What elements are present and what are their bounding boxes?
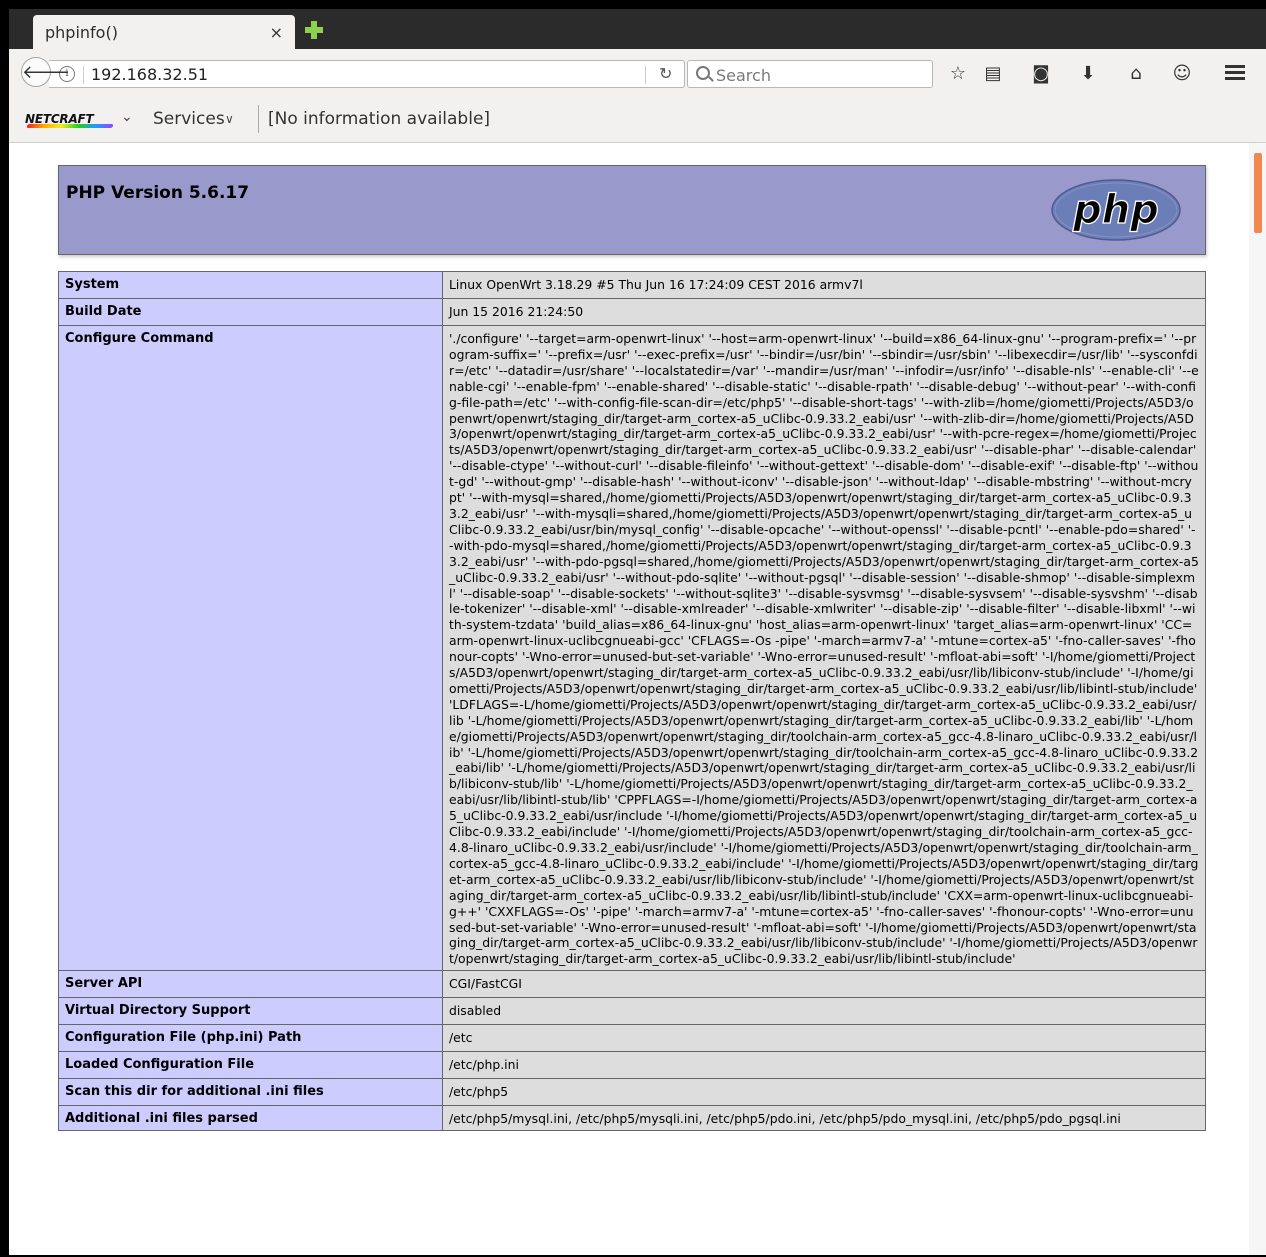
row-value: /etc/php5/mysql.ini, /etc/php5/mysqli.in… <box>442 1105 1206 1132</box>
table-row: Server API CGI/FastCGI <box>58 970 1206 999</box>
browser-window: phpinfo() × i 192.168.32.51 ↻ 🡐 ☆ ▤ ◙ ⬇ … <box>9 9 1266 1255</box>
tab-title: phpinfo() <box>45 23 118 42</box>
vertical-scrollbar[interactable] <box>1249 143 1266 1255</box>
services-menu[interactable]: Services <box>153 109 225 129</box>
row-label: Build Date <box>58 298 443 326</box>
row-label: System <box>58 271 443 299</box>
clipboard-icon[interactable]: ▤ <box>980 61 1006 87</box>
netcraft-swoosh <box>26 124 114 128</box>
scrollbar-thumb[interactable] <box>1254 153 1262 233</box>
search-bar[interactable] <box>687 60 933 88</box>
search-icon <box>696 66 710 80</box>
row-label: Configure Command <box>58 324 443 972</box>
netcraft-info-text: [No information available] <box>268 109 491 129</box>
page-title: PHP Version 5.6.17 <box>66 183 250 203</box>
table-row: Loaded Configuration File /etc/php.ini <box>58 1051 1206 1080</box>
row-label: Loaded Configuration File <box>58 1051 443 1080</box>
page-content: PHP Version 5.6.17 php System Linux Open… <box>9 143 1249 1255</box>
table-row: System Linux OpenWrt 3.18.29 #5 Thu Jun … <box>58 271 1206 299</box>
reload-divider <box>645 66 646 84</box>
php-header: PHP Version 5.6.17 php <box>58 165 1206 255</box>
row-value: './configure' '--target=arm-openwrt-linu… <box>442 324 1206 972</box>
chevron-down-icon[interactable]: ∨ <box>225 112 234 126</box>
reload-icon[interactable]: ↻ <box>659 64 672 83</box>
table-row: Configuration File (php.ini) Path /etc <box>58 1024 1206 1053</box>
row-label: Server API <box>58 970 443 999</box>
row-value: /etc <box>442 1024 1206 1053</box>
table-row: Configure Command './configure' '--targe… <box>58 324 1206 972</box>
row-value: disabled <box>442 997 1206 1026</box>
netcraft-logo[interactable]: NETCRAFT <box>25 112 114 128</box>
hamburger-menu-icon[interactable] <box>1225 65 1245 81</box>
row-label: Additional .ini files parsed <box>58 1105 443 1132</box>
php-logo: php <box>1051 179 1181 241</box>
search-input[interactable] <box>714 63 928 87</box>
url-text[interactable]: 192.168.32.51 <box>91 65 208 84</box>
row-label: Virtual Directory Support <box>58 997 443 1026</box>
back-arrow-icon: 🡐 <box>22 62 71 83</box>
row-value: /etc/php5 <box>442 1078 1206 1107</box>
table-row: Virtual Directory Support disabled <box>58 997 1206 1026</box>
home-icon[interactable]: ⌂ <box>1123 61 1149 87</box>
tab-phpinfo[interactable]: phpinfo() × <box>33 15 295 49</box>
download-icon[interactable]: ⬇ <box>1075 61 1101 87</box>
netcraft-toolbar: NETCRAFT ⌄ Services ∨ [No information av… <box>9 97 1266 143</box>
url-bar[interactable]: i 192.168.32.51 ↻ <box>49 60 685 88</box>
row-value: Linux OpenWrt 3.18.29 #5 Thu Jun 16 17:2… <box>442 271 1206 299</box>
navigation-toolbar: i 192.168.32.51 ↻ 🡐 ☆ ▤ ◙ ⬇ ⌂ ☺ <box>9 49 1266 97</box>
chevron-down-icon[interactable]: ⌄ <box>121 109 133 125</box>
row-value: CGI/FastCGI <box>442 970 1206 999</box>
info-table: System Linux OpenWrt 3.18.29 #5 Thu Jun … <box>58 271 1206 1132</box>
pocket-icon[interactable]: ◙ <box>1028 61 1054 87</box>
back-button[interactable]: 🡐 <box>21 57 70 87</box>
table-row: Scan this dir for additional .ini files … <box>58 1078 1206 1107</box>
table-row: Build Date Jun 15 2016 21:24:50 <box>58 298 1206 326</box>
tab-strip: phpinfo() × <box>9 9 1266 49</box>
row-value: Jun 15 2016 21:24:50 <box>442 298 1206 326</box>
chat-icon[interactable]: ☺ <box>1169 61 1195 87</box>
table-row: Additional .ini files parsed /etc/php5/m… <box>58 1105 1206 1132</box>
row-value: /etc/php.ini <box>442 1051 1206 1080</box>
row-label: Configuration File (php.ini) Path <box>58 1024 443 1053</box>
row-label: Scan this dir for additional .ini files <box>58 1078 443 1107</box>
php-logo-text: php <box>1072 187 1159 233</box>
toolbar-divider <box>258 105 259 133</box>
close-tab-icon[interactable]: × <box>270 23 283 42</box>
star-icon[interactable]: ☆ <box>945 61 971 87</box>
url-divider <box>83 66 84 84</box>
new-tab-plus-icon[interactable] <box>305 21 323 39</box>
